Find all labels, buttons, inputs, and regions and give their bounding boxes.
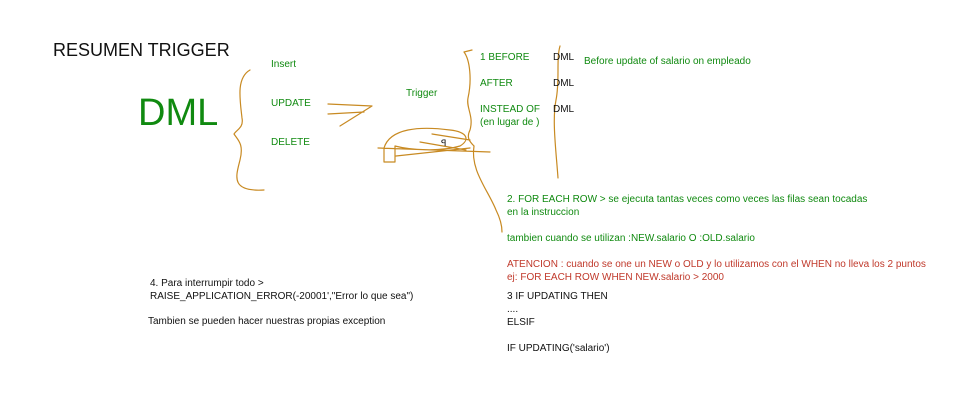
for-each-row-line3: tambien cuando se utilizan :NEW.salario … (507, 233, 755, 244)
timing-brace (463, 49, 475, 147)
dml-heading: DML (138, 92, 219, 134)
timing-before: 1 BEFORE (480, 52, 530, 63)
timing-dml-before: DML (553, 52, 575, 63)
left-brace (233, 69, 265, 191)
before-note: Before update of salario on empleado (584, 56, 751, 67)
atencion-line2: ej: FOR EACH ROW WHEN NEW.salario > 2000 (507, 272, 724, 283)
updating-line3: ELSIF (507, 317, 535, 328)
for-each-row-line2: en la instruccion (507, 207, 580, 218)
updating-line1: 3 IF UPDATING THEN (507, 291, 608, 302)
timing-after: AFTER (480, 78, 513, 89)
interrumpir-line2: RAISE_APPLICATION_ERROR(-20001',"Error l… (150, 291, 414, 302)
updating-line2: .... (507, 304, 519, 315)
dml-op-update: UPDATE (271, 98, 311, 109)
timing-connector (472, 145, 503, 233)
interrumpir-line1: 4. Para interrumpir todo > (150, 278, 264, 289)
cursor-icon: ꟼ (441, 138, 447, 148)
for-each-row-line1: 2. FOR EACH ROW > se ejecuta tantas vece… (507, 194, 868, 205)
timing-instead-of: INSTEAD OF (480, 104, 541, 115)
arrow-to-trigger (327, 103, 373, 127)
trigger-label: Trigger (406, 88, 438, 99)
atencion-line1: ATENCION : cuando se one un NEW o OLD y … (507, 259, 926, 270)
page-title: RESUMEN TRIGGER (53, 40, 230, 60)
updating-line4: IF UPDATING('salario') (507, 343, 610, 354)
scribble-box (377, 127, 491, 163)
timing-dml-instead: DML (553, 104, 575, 115)
timing-dml-after: DML (553, 78, 575, 89)
timing-instead-note: (en lugar de ) (480, 117, 540, 128)
dml-op-delete: DELETE (271, 137, 310, 148)
interrumpir-line3: Tambien se pueden hacer nuestras propias… (148, 316, 386, 327)
dml-op-insert: Insert (271, 59, 297, 70)
